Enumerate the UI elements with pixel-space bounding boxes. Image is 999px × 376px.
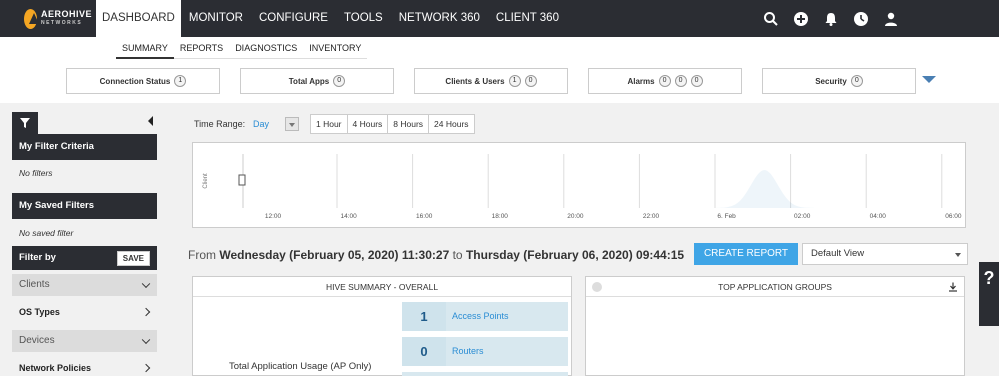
time-range-label: Time Range:: [194, 119, 246, 129]
status-count: 0: [690, 75, 703, 87]
range-24-hours-button[interactable]: 24 Hours: [428, 114, 475, 134]
nav-client-360[interactable]: CLIENT 360: [488, 0, 567, 37]
y-axis-label: Client: [203, 173, 209, 189]
no-filters-text: No filters: [19, 168, 53, 178]
nav-tools[interactable]: TOOLS: [336, 0, 391, 37]
create-report-button[interactable]: CREATE REPORT: [694, 243, 798, 265]
filter-sidebar: My Filter Criteria No filters My Saved F…: [12, 112, 157, 376]
access-points-count: 1: [420, 309, 428, 324]
time-range-dropdown[interactable]: [285, 117, 299, 131]
status-count: 0: [674, 75, 687, 87]
x-tick-label: 02:00: [794, 213, 811, 220]
zoom-handle: [238, 174, 246, 186]
top-app-groups-panel: TOP APPLICATION GROUPS: [585, 276, 965, 376]
nav-monitor[interactable]: MONITOR: [181, 0, 251, 37]
status-count: 1: [508, 75, 521, 87]
range-1-hour-button[interactable]: 1 Hour: [310, 114, 348, 134]
top-app-groups-title: TOP APPLICATION GROUPS: [718, 282, 832, 292]
logo-icon: [24, 8, 39, 29]
download-icon[interactable]: [948, 282, 958, 292]
client-chart-svg: Client 12:00 14:00 16:00 18:00 20:00 22:00 6. F…: [193, 143, 965, 220]
top-navbar: AEROHIVE NETWORKS DASHBOARD MONITOR CONF…: [0, 0, 999, 37]
filter-item-network-policies[interactable]: Network Policies: [12, 356, 157, 376]
add-icon[interactable]: [793, 11, 809, 27]
filter-group-devices[interactable]: Devices: [12, 330, 157, 352]
chevron-down-icon: [141, 279, 151, 289]
routers-link[interactable]: Routers: [452, 337, 484, 366]
status-count: 0: [850, 75, 863, 87]
clock-icon[interactable]: [853, 11, 869, 27]
app-usage-label: Total Application Usage (AP Only): [229, 361, 372, 372]
filter-by-header: Filter by SAVE: [12, 246, 157, 270]
date-from: Wednesday (February 05, 2020) 11:30:27: [219, 248, 450, 262]
status-security[interactable]: Security 0: [762, 68, 916, 94]
x-tick-label: 18:00: [492, 213, 509, 220]
status-count: 1: [174, 75, 187, 87]
x-tick-label: 12:00: [265, 213, 282, 220]
status-alarms[interactable]: Alarms 0 0 0: [588, 68, 742, 94]
filter-item-os-types[interactable]: OS Types: [12, 300, 157, 324]
bell-icon[interactable]: [823, 11, 839, 27]
right-edge: [977, 103, 999, 376]
date-range-text: From Wednesday (February 05, 2020) 11:30…: [188, 248, 685, 262]
chevron-right-icon: [141, 307, 151, 317]
info-icon[interactable]: [592, 282, 602, 292]
status-count: 0: [658, 75, 671, 87]
hive-row-access-points: 1 Access Points: [402, 302, 568, 331]
user-icon[interactable]: [883, 11, 899, 27]
status-connection[interactable]: Connection Status 1: [66, 68, 220, 94]
series-area: [243, 170, 965, 208]
help-tab[interactable]: ?: [979, 262, 999, 326]
save-filter-button[interactable]: SAVE: [116, 251, 150, 266]
status-total-apps[interactable]: Total Apps 0: [240, 68, 394, 94]
x-tick-label: 6. Feb: [717, 213, 736, 220]
tab-diagnostics[interactable]: DIAGNOSTICS: [229, 40, 304, 59]
time-range-value[interactable]: Day: [253, 119, 269, 129]
filter-icon[interactable]: [12, 112, 38, 134]
collapse-sidebar-icon[interactable]: [148, 116, 153, 126]
chevron-right-icon: [141, 363, 151, 373]
hive-row-partial: [402, 372, 568, 376]
range-4-hours-button[interactable]: 4 Hours: [346, 114, 389, 134]
hive-summary-title: HIVE SUMMARY - OVERALL: [193, 277, 571, 297]
nav-dashboard[interactable]: DASHBOARD: [96, 0, 181, 37]
x-tick-label: 04:00: [870, 213, 887, 220]
tab-reports[interactable]: REPORTS: [173, 40, 230, 59]
no-saved-filter-text: No saved filter: [19, 228, 74, 238]
status-clients-users[interactable]: Clients & Users 1 0: [414, 68, 568, 94]
client-chart: Client 12:00 14:00 16:00 18:00 20:00 22:00 6. F…: [192, 142, 966, 228]
status-count: 0: [333, 75, 346, 87]
hive-summary-panel: HIVE SUMMARY - OVERALL 1 Access Points 0…: [192, 276, 572, 376]
x-tick-label: 20:00: [567, 213, 584, 220]
search-icon[interactable]: [763, 11, 779, 27]
x-tick-label: 14:00: [340, 213, 357, 220]
x-tick-label: 22:00: [643, 213, 660, 220]
x-tick-label: 06:00: [945, 213, 962, 220]
saved-filters-header: My Saved Filters: [12, 193, 157, 219]
status-count: 0: [524, 75, 537, 87]
x-tick-label: 16:00: [416, 213, 433, 220]
brand-name: AEROHIVE: [40, 8, 92, 19]
tab-inventory[interactable]: INVENTORY: [303, 40, 368, 59]
time-range-buttons: 1 Hour 4 Hours 8 Hours 24 Hours: [310, 114, 475, 134]
routers-count: 0: [420, 344, 428, 359]
hive-row-routers: 0 Routers: [402, 337, 568, 366]
dashboard-subnav: SUMMARY REPORTS DIAGNOSTICS INVENTORY: [116, 40, 368, 59]
chevron-down-icon: [141, 335, 151, 345]
status-expand-icon[interactable]: [922, 76, 936, 83]
view-select[interactable]: Default View: [802, 243, 968, 265]
filter-criteria-header: My Filter Criteria: [12, 134, 157, 160]
filter-group-clients[interactable]: Clients: [12, 274, 157, 296]
tab-summary[interactable]: SUMMARY: [116, 40, 174, 59]
date-to: Thursday (February 06, 2020) 09:44:15: [465, 248, 685, 262]
access-points-link[interactable]: Access Points: [452, 302, 509, 331]
nav-network-360[interactable]: NETWORK 360: [391, 0, 488, 37]
aerohive-logo[interactable]: AEROHIVE NETWORKS: [0, 0, 92, 37]
brand-sub: NETWORKS: [40, 19, 83, 26]
range-8-hours-button[interactable]: 8 Hours: [387, 114, 430, 134]
nav-configure[interactable]: CONFIGURE: [251, 0, 336, 37]
